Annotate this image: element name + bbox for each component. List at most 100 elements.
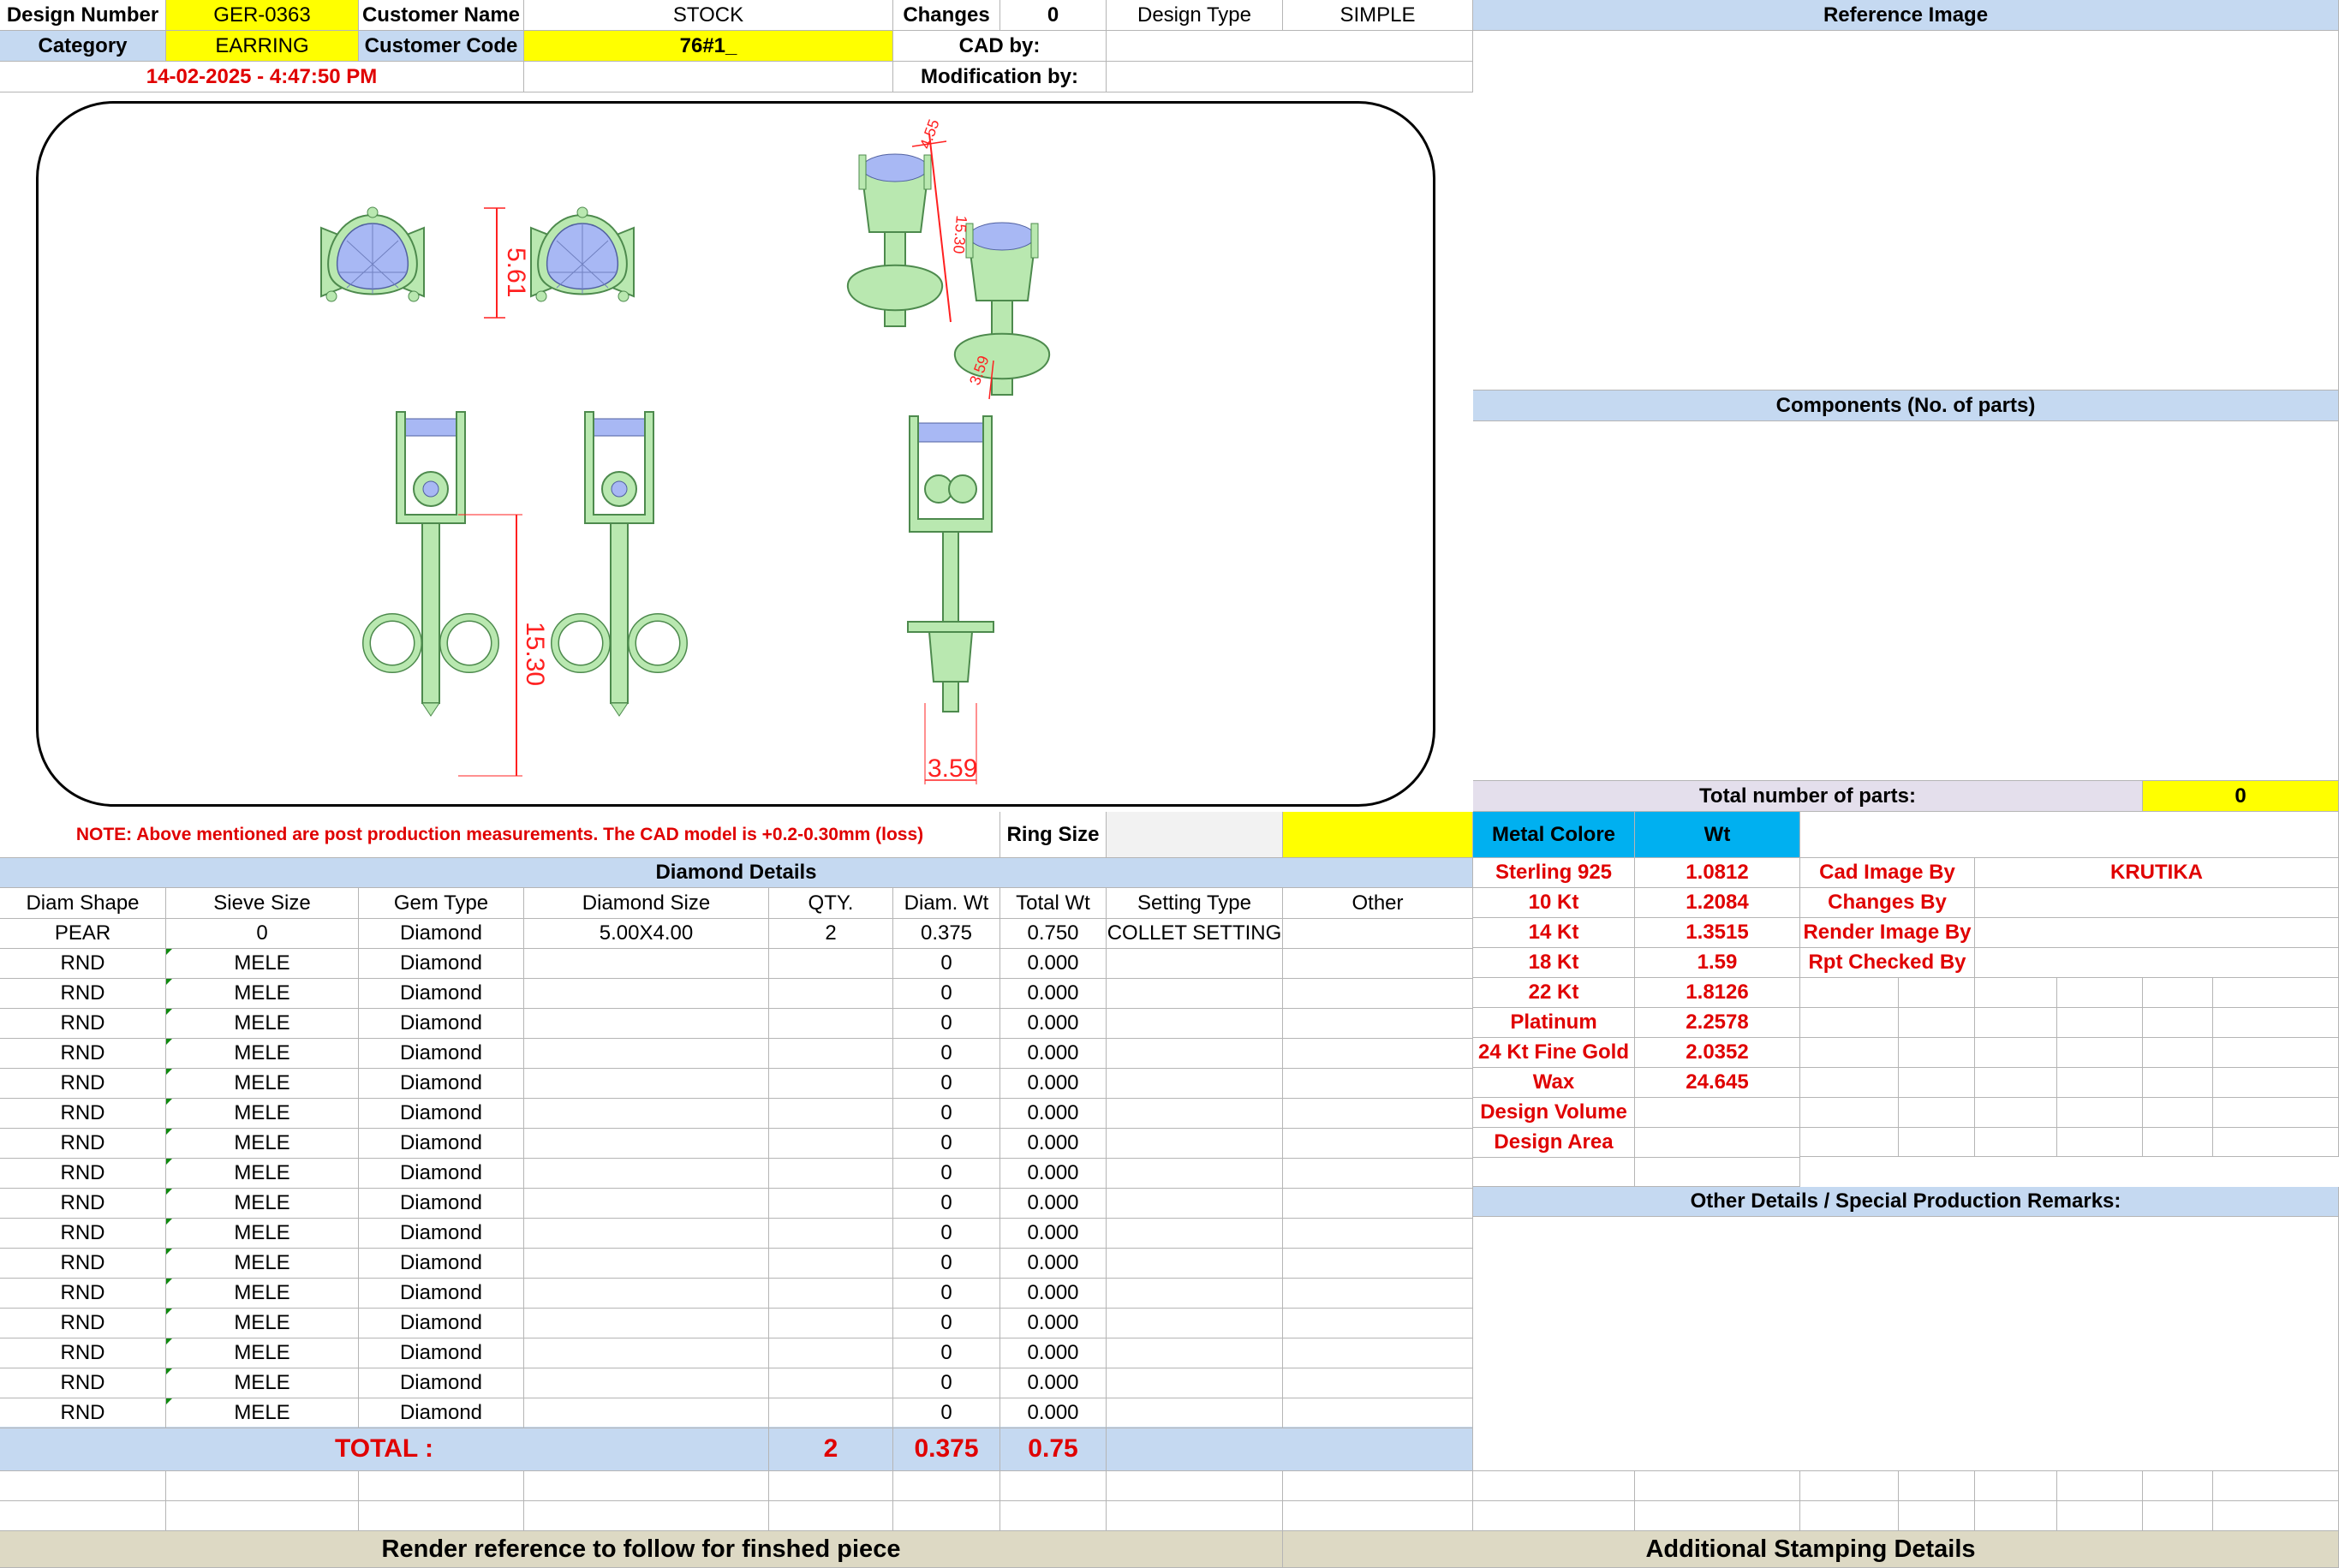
credit-grid-cell[interactable] [2143, 1008, 2213, 1038]
diamond-row-cell[interactable]: 0.000 [1000, 1368, 1107, 1398]
diamond-row-cell[interactable] [1107, 1309, 1283, 1338]
metal-weight-cell[interactable] [1635, 1098, 1800, 1128]
credit-grid-cell[interactable] [1800, 1068, 1899, 1098]
credit-grid-cell[interactable] [2213, 1128, 2339, 1157]
diamond-row-cell[interactable]: MELE [166, 979, 359, 1009]
diamond-row-cell[interactable] [524, 1309, 769, 1338]
credit-grid-cell[interactable] [1899, 978, 1975, 1008]
blank-grid-cell[interactable] [893, 1471, 1000, 1501]
metal-weight-cell[interactable]: 1.0812 [1635, 858, 1800, 888]
diamond-row-cell[interactable]: RND [0, 1279, 166, 1309]
diamond-row-cell[interactable] [524, 1159, 769, 1189]
diamond-row-cell[interactable] [769, 1368, 893, 1398]
diamond-row-cell[interactable]: 0.000 [1000, 1219, 1107, 1249]
credit-grid-cell[interactable] [2057, 978, 2143, 1008]
diamond-row-cell[interactable] [1107, 1129, 1283, 1159]
blank-grid-cell[interactable] [769, 1471, 893, 1501]
diamond-row-cell[interactable]: MELE [166, 1039, 359, 1069]
credit-grid-cell[interactable] [2213, 1008, 2339, 1038]
blank-grid-cell[interactable] [1473, 1471, 1635, 1501]
blank-grid-cell[interactable] [1800, 1501, 1899, 1531]
changes-value[interactable]: 0 [1000, 0, 1107, 31]
blank-grid-cell[interactable] [524, 1471, 769, 1501]
diamond-row-cell[interactable]: RND [0, 979, 166, 1009]
diamond-row-cell[interactable] [769, 1069, 893, 1099]
credit-grid-cell[interactable] [1899, 1068, 1975, 1098]
diamond-row-cell[interactable]: MELE [166, 1219, 359, 1249]
diamond-row-cell[interactable]: RND [0, 1129, 166, 1159]
diamond-row-cell[interactable] [1107, 1189, 1283, 1219]
metal-extra-cell[interactable] [1800, 812, 2339, 858]
diamond-row-cell[interactable]: MELE [166, 1368, 359, 1398]
diamond-row-cell[interactable] [1107, 1159, 1283, 1189]
blank-grid-cell[interactable] [1473, 1501, 1635, 1531]
diamond-row-cell[interactable]: 0 [893, 1309, 1000, 1338]
diamond-row-cell[interactable]: 0 [893, 1219, 1000, 1249]
credit-grid-cell[interactable] [2057, 1038, 2143, 1068]
diamond-row-cell[interactable] [1283, 1039, 1473, 1069]
credit-grid-cell[interactable] [1899, 1038, 1975, 1068]
diamond-row-cell[interactable]: MELE [166, 1338, 359, 1368]
diamond-row-cell[interactable]: RND [0, 1219, 166, 1249]
diamond-row-cell[interactable]: 0.000 [1000, 1279, 1107, 1309]
credit-grid-cell[interactable] [1975, 1038, 2057, 1068]
diamond-row-cell[interactable] [1283, 1099, 1473, 1129]
diamond-row-cell[interactable]: COLLET SETTING [1107, 919, 1283, 949]
blank-grid-cell[interactable] [1107, 1501, 1283, 1531]
blank-grid-cell[interactable] [359, 1501, 524, 1531]
diamond-row-cell[interactable] [524, 1398, 769, 1428]
diamond-row-cell[interactable] [524, 1368, 769, 1398]
diamond-row-cell[interactable] [1283, 1368, 1473, 1398]
blank-grid-cell[interactable] [359, 1471, 524, 1501]
credit-grid-cell[interactable] [2143, 1068, 2213, 1098]
diamond-row-cell[interactable]: 0 [893, 1039, 1000, 1069]
blank-grid-cell[interactable] [524, 1501, 769, 1531]
credit-grid-cell[interactable] [1899, 1008, 1975, 1038]
blank-header-cell[interactable] [524, 62, 893, 92]
diamond-row-cell[interactable]: Diamond [359, 979, 524, 1009]
diamond-row-cell[interactable] [769, 1129, 893, 1159]
diamond-row-cell[interactable]: MELE [166, 1069, 359, 1099]
diamond-row-cell[interactable]: Diamond [359, 1069, 524, 1099]
diamond-row-cell[interactable] [769, 1219, 893, 1249]
blank-grid-cell[interactable] [1899, 1471, 1975, 1501]
blank-grid-cell[interactable] [893, 1501, 1000, 1531]
diamond-row-cell[interactable]: Diamond [359, 1309, 524, 1338]
credit-grid-cell[interactable] [1899, 1098, 1975, 1128]
diamond-row-cell[interactable]: Diamond [359, 919, 524, 949]
category-value[interactable]: EARRING [166, 31, 359, 62]
blank-grid-cell[interactable] [769, 1501, 893, 1531]
credit-grid-cell[interactable] [1800, 1128, 1899, 1157]
diamond-row-cell[interactable] [1283, 979, 1473, 1009]
credit-grid-cell[interactable] [2143, 1098, 2213, 1128]
credit-grid-cell[interactable] [2143, 978, 2213, 1008]
diamond-row-cell[interactable] [1283, 1398, 1473, 1428]
blank-grid-cell[interactable] [0, 1501, 166, 1531]
diamond-row-cell[interactable] [524, 1338, 769, 1368]
diamond-row-cell[interactable] [1107, 1338, 1283, 1368]
metal-weight-cell[interactable]: 2.0352 [1635, 1038, 1800, 1068]
diamond-row-cell[interactable]: MELE [166, 1099, 359, 1129]
diamond-row-cell[interactable]: RND [0, 1159, 166, 1189]
blank-grid-cell[interactable] [2213, 1471, 2339, 1501]
diamond-row-cell[interactable]: RND [0, 1039, 166, 1069]
diamond-row-cell[interactable]: 0 [893, 979, 1000, 1009]
diamond-row-cell[interactable] [1107, 1039, 1283, 1069]
diamond-row-cell[interactable] [769, 979, 893, 1009]
ring-size-extra[interactable] [1283, 812, 1473, 858]
credit-grid-cell[interactable] [1800, 1038, 1899, 1068]
metal-weight-cell[interactable]: 2.2578 [1635, 1008, 1800, 1038]
blank-grid-cell[interactable] [1283, 1471, 1473, 1501]
diamond-row-cell[interactable] [1107, 979, 1283, 1009]
customer-code-value[interactable]: 76#1_ [524, 31, 893, 62]
diamond-row-cell[interactable] [1283, 1279, 1473, 1309]
blank-grid-cell[interactable] [166, 1471, 359, 1501]
diamond-row-cell[interactable]: Diamond [359, 949, 524, 979]
diamond-row-cell[interactable] [524, 1219, 769, 1249]
diamond-row-cell[interactable] [769, 1249, 893, 1279]
diamond-row-cell[interactable]: Diamond [359, 1039, 524, 1069]
diamond-row-cell[interactable]: RND [0, 1189, 166, 1219]
metal-weight-cell[interactable]: 1.3515 [1635, 918, 1800, 948]
diamond-row-cell[interactable]: 0.000 [1000, 1309, 1107, 1338]
blank-grid-cell[interactable] [2143, 1471, 2213, 1501]
